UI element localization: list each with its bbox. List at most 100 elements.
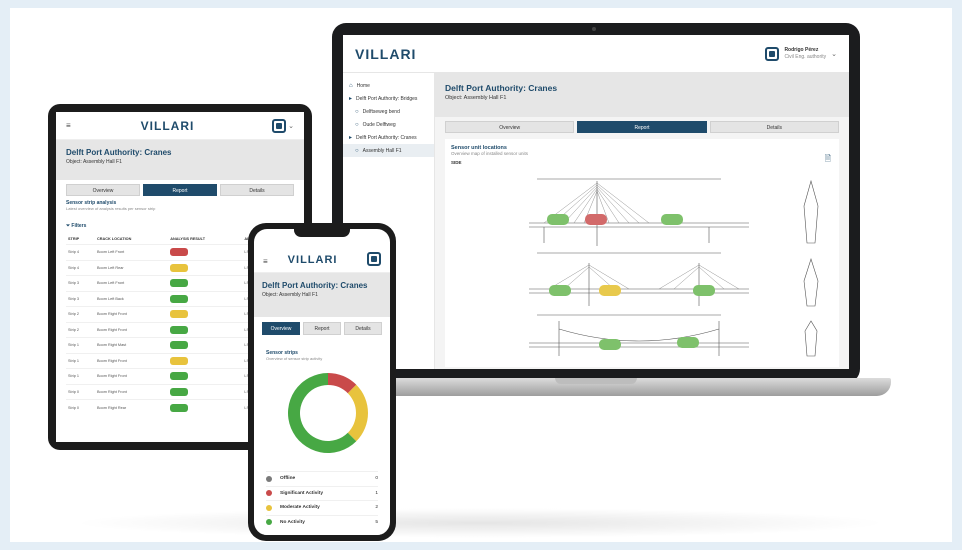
result-cell [168, 383, 243, 400]
sidebar-item-label: Delft Port Authority: Bridges [356, 95, 418, 102]
sensor-marker [693, 285, 715, 296]
laptop-device: VILLARI Rodrigo Pérez Civil Eng. authori… [332, 23, 860, 383]
section-subtitle: Overview map of installed sensor units [451, 151, 529, 156]
tablet-tabs: Overview Report Details [66, 184, 294, 196]
laptop-tabs: Overview Report Details [445, 121, 839, 133]
result-cell [168, 306, 243, 322]
sidebar-item[interactable]: ○ Assembly Hall F1 [343, 144, 434, 157]
column-header[interactable]: ANALYSIS RESULT [168, 234, 242, 245]
sidebar-item-label: Assembly Hall F1 [362, 147, 402, 154]
sidebar-item[interactable]: ▸ Delft Port Authority: Cranes [343, 131, 434, 144]
result-cell [168, 290, 243, 307]
status-pill [170, 279, 189, 288]
villari-logo[interactable]: VILLARI [141, 119, 195, 133]
legend-item[interactable]: Offline 0 [266, 471, 378, 486]
hamburger-menu-icon[interactable]: ≡ [263, 257, 268, 266]
page-header: Delft Port Authority: Cranes Object: Ass… [254, 273, 390, 317]
tab-overview[interactable]: Overview [445, 121, 575, 133]
status-pill [170, 372, 189, 381]
location-cell: Boom Right Rear [95, 399, 169, 415]
sensor-marker [599, 339, 621, 350]
tab-details[interactable]: Details [344, 322, 382, 335]
tab-report[interactable]: Report [577, 121, 707, 133]
location-cell: Boom Right Front [95, 352, 169, 369]
side-elevation [803, 179, 819, 244]
sidebar-item-label: Oude Delftweg [362, 121, 396, 128]
status-pill [170, 356, 189, 365]
sensor-marker [661, 214, 683, 225]
circle-icon: ○ [355, 121, 359, 128]
status-pill [170, 310, 189, 319]
villari-logo[interactable]: VILLARI [355, 46, 416, 62]
legend-label: Moderate Activity [280, 505, 320, 511]
strip-cell: Strip 1 [66, 337, 96, 353]
chevron-down-icon[interactable]: ⌄ [831, 50, 837, 58]
villari-logo[interactable]: VILLARI [288, 254, 338, 266]
location-cell: Boom Right Front [95, 368, 169, 384]
strip-cell: Strip 4 [66, 259, 96, 276]
chart-legend: Offline 0 Significant Activity 1 Moderate Ac… [266, 471, 378, 529]
tab-overview[interactable]: Overview [66, 184, 140, 196]
phone-screen: ≡ VILLARI Delft Port Authority: Cranes O… [254, 229, 390, 535]
laptop-hinge [555, 378, 637, 384]
legend-dot [266, 504, 272, 511]
tab-details[interactable]: Details [709, 121, 839, 133]
status-pill [170, 387, 189, 396]
legend-item[interactable]: Significant Activity 1 [266, 485, 378, 501]
location-cell: Boom Right Mast [95, 337, 169, 353]
strip-cell: Strip 3 [66, 290, 96, 307]
circle-icon: ○ [355, 147, 359, 154]
status-pill [170, 248, 189, 257]
folder-icon: ▸ [349, 96, 353, 102]
result-cell [168, 337, 243, 353]
location-cell: Boom Left Back [95, 290, 169, 307]
side-elevation [803, 258, 819, 307]
sensor-marker [549, 285, 571, 296]
user-menu[interactable]: Rodrigo Pérez Civil Eng. authority ⌄ [765, 46, 837, 61]
legend-count: 1 [375, 490, 378, 496]
sensor-marker [585, 214, 607, 225]
status-pill [170, 263, 189, 272]
sidebar-item[interactable]: ○ Delftseweg bend [343, 105, 434, 118]
laptop-topbar: VILLARI Rodrigo Pérez Civil Eng. authori… [343, 35, 849, 73]
user-menu[interactable] [367, 252, 381, 266]
user-avatar-icon [272, 118, 287, 133]
laptop-camera [592, 27, 596, 31]
sensor-marker [599, 285, 621, 296]
strip-cell: Strip 1 [66, 368, 96, 384]
user-menu[interactable]: ⌄ [272, 118, 294, 133]
column-header[interactable]: STRIP [66, 234, 95, 245]
chevron-down-icon: ⌄ [288, 122, 294, 130]
tab-report[interactable]: Report [303, 322, 341, 335]
donut-slice-moderate-activity[interactable] [347, 384, 368, 442]
result-cell [168, 244, 243, 260]
result-cell [168, 368, 243, 384]
location-cell: Boom Right Front [95, 321, 169, 338]
column-header[interactable]: CRACK LOCATION [95, 234, 168, 245]
hamburger-menu-icon[interactable]: ≡ [66, 121, 71, 130]
legend-item[interactable]: No Activity 5 [266, 514, 378, 530]
sidebar-item[interactable]: ⌂ Home [343, 79, 434, 92]
tab-details[interactable]: Details [220, 184, 294, 196]
tab-overview[interactable]: Overview [262, 322, 300, 335]
sidebar-item[interactable]: ○ Oude Delftweg [343, 118, 434, 131]
download-pdf-icon[interactable]: 🗎 [825, 153, 831, 167]
strip-cell: Strip 0 [66, 399, 96, 415]
strip-cell: Strip 0 [66, 383, 96, 400]
sidebar-item-label: Delftseweg bend [362, 108, 400, 115]
result-cell [168, 352, 243, 369]
user-role: Civil Eng. authority [784, 53, 827, 60]
page-header: Delft Port Authority: Cranes Object: Ass… [435, 73, 849, 117]
status-pill [170, 341, 189, 350]
floor-shadow [70, 508, 890, 538]
location-cell: Boom Left Rear [95, 259, 169, 276]
legend-item[interactable]: Moderate Activity 2 [266, 500, 378, 515]
legend-dot [266, 490, 272, 497]
user-avatar-icon [367, 252, 381, 266]
sidebar-item[interactable]: ▸ Delft Port Authority: Bridges [343, 92, 434, 105]
circle-icon: ○ [355, 108, 359, 115]
tab-report[interactable]: Report [143, 184, 217, 196]
product-showcase: VILLARI Rodrigo Pérez Civil Eng. authori… [10, 8, 952, 542]
result-cell [168, 275, 243, 291]
user-name: Rodrigo Pérez [784, 46, 819, 53]
